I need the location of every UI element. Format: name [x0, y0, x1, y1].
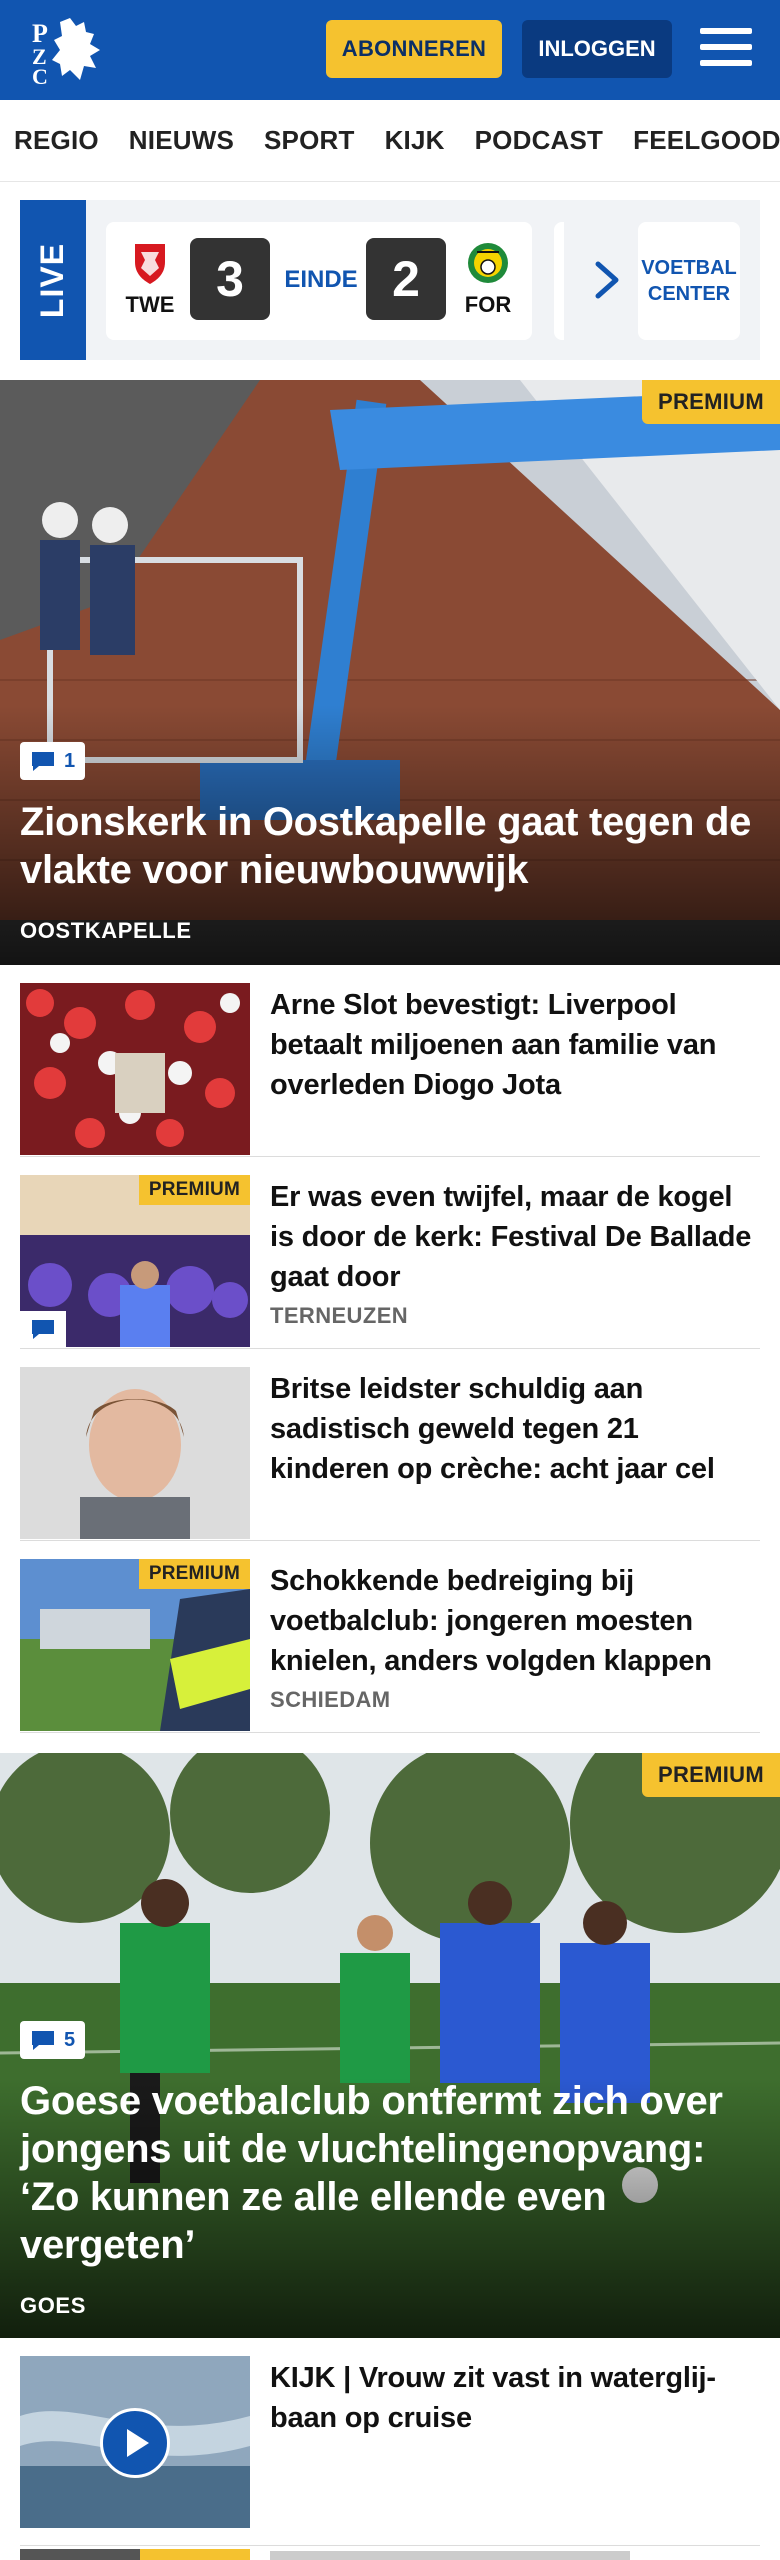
nav-item-feelgood[interactable]: FEELGOOD: [633, 125, 780, 156]
article-thumbnail: [20, 1367, 250, 1539]
nav-item-kijk[interactable]: KIJK: [385, 125, 445, 156]
pzc-logo[interactable]: P Z C: [30, 14, 110, 89]
hero-location: GOES: [20, 2293, 86, 2318]
chevron-right-icon[interactable]: [590, 258, 624, 302]
nav-item-sport[interactable]: SPORT: [264, 125, 355, 156]
twente-crest-icon: [127, 240, 173, 286]
hamburger-icon[interactable]: [700, 28, 752, 70]
premium-badge: PREMIUM: [138, 1175, 250, 1205]
list-item[interactable]: Arne Slot bevestigt: Liverpool betaalt m…: [20, 965, 760, 1157]
comment-count: 1: [64, 749, 76, 772]
nav-item-nieuws[interactable]: NIEUWS: [129, 125, 234, 156]
subscribe-button[interactable]: ABONNEREN: [326, 20, 502, 78]
article-title[interactable]: Arne Slot bevestigt: Liverpool betaalt m…: [270, 985, 760, 1105]
svg-text:C: C: [32, 64, 48, 86]
comment-count-badge[interactable]: 5: [20, 2021, 86, 2059]
comment-icon: [32, 752, 54, 771]
video-list-item[interactable]: KIJK | Vrouw zit vast in waterglij-baan …: [20, 2338, 760, 2546]
article-location: TERNEUZEN: [270, 1303, 409, 1328]
play-icon[interactable]: [100, 2408, 170, 2478]
hero-title[interactable]: Zionskerk in Oostkapelle gaat tegen de v…: [20, 798, 756, 894]
home-team: TWE: [120, 240, 180, 318]
match-card[interactable]: TWE 3 EINDE 2 FOR: [106, 222, 532, 340]
comment-icon: [32, 2031, 54, 2050]
article-title[interactable]: KIJK | Vrouw zit vast in waterglij-baan …: [270, 2358, 760, 2438]
list-item[interactable]: Britse leidster schuldig aan sadistisch …: [20, 1349, 760, 1541]
comment-icon[interactable]: [20, 1311, 66, 1347]
home-team-abbr: TWE: [125, 292, 175, 317]
hero-location: OOSTKAPELLE: [20, 918, 192, 943]
article-thumbnail: [20, 2356, 250, 2528]
hero-article[interactable]: PREMIUM 1 Zionskerk in Oostkapelle gaat …: [0, 380, 780, 965]
premium-badge: PREMIUM: [138, 1559, 250, 1589]
away-team: FOR: [458, 240, 518, 318]
article-title[interactable]: Er was even twijfel, maar de kogel is do…: [270, 1177, 760, 1297]
nav-item-regio[interactable]: REGIO: [14, 125, 99, 156]
article-title[interactable]: Schokkende bedreiging bij voetbalclub: j…: [270, 1561, 760, 1681]
away-score: 2: [366, 238, 446, 320]
match-status: EINDE: [284, 266, 358, 293]
comment-count-badge[interactable]: 1: [20, 742, 86, 780]
article-location: SCHIEDAM: [270, 1687, 391, 1712]
home-score: 3: [190, 238, 270, 320]
article-thumbnail: PREMIUM: [20, 1175, 250, 1347]
comment-count: 5: [64, 2028, 76, 2051]
live-badge: LIVE: [20, 200, 86, 360]
article-title[interactable]: Britse leidster schuldig aan sadistisch …: [270, 1369, 760, 1489]
article-thumbnail: PREMIUM: [20, 1559, 250, 1731]
premium-badge: PREMIUM: [642, 380, 780, 424]
nav-item-podcast[interactable]: PODCAST: [475, 125, 604, 156]
login-button[interactable]: INLOGGEN: [522, 20, 672, 78]
away-team-abbr: FOR: [464, 292, 512, 317]
hero-article-2[interactable]: PREMIUM 5 Goese voetbalclub ontfermt zic…: [0, 1753, 780, 2338]
fortuna-crest-icon: [465, 240, 511, 286]
top-bar: P Z C ABONNEREN INLOGGEN: [0, 0, 780, 100]
article-thumbnail: [20, 983, 250, 1155]
live-score-strip: LIVE TWE 3 EINDE 2 FOR VOETBAL CENTER: [20, 200, 760, 360]
list-item[interactable]: PREMIUM Er was even twijfel, maar de kog…: [20, 1157, 760, 1349]
next-match-card-edge[interactable]: [554, 222, 564, 340]
hero-title[interactable]: Goese voetbalclub ontfermt zich over jon…: [20, 2077, 756, 2269]
next-list-item-edge: [20, 2548, 760, 2560]
voetbal-center-button[interactable]: VOETBAL CENTER: [638, 222, 740, 340]
premium-badge: PREMIUM: [642, 1753, 780, 1797]
section-nav: REGIO NIEUWS SPORT KIJK PODCAST FEELGOOD: [0, 100, 780, 182]
list-item[interactable]: PREMIUM Schokkende bedreiging bij voetba…: [20, 1541, 760, 1733]
